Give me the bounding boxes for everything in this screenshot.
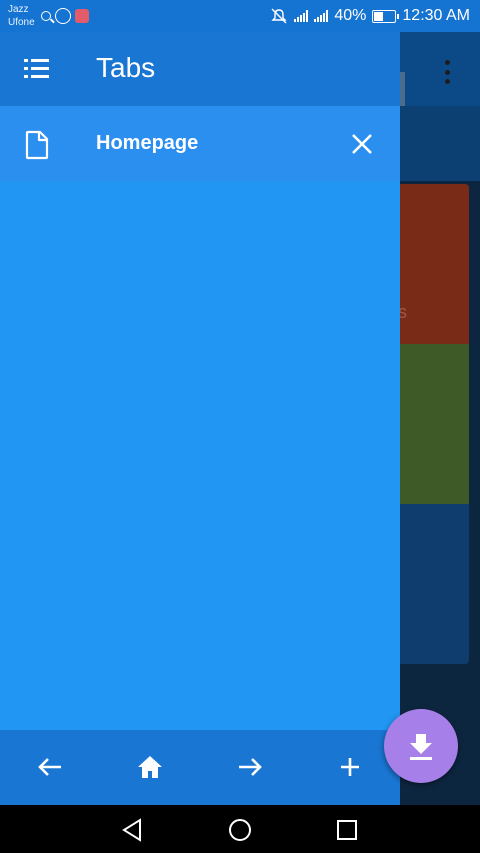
- drawer-header: Tabs: [0, 32, 400, 106]
- page-icon: [24, 130, 50, 160]
- whatsapp-icon: [54, 8, 71, 24]
- home-icon[interactable]: [135, 752, 165, 782]
- back-arrow-icon[interactable]: [35, 752, 65, 782]
- drawer-bottom-bar: [0, 730, 400, 805]
- drawer-title: Tabs: [96, 52, 156, 83]
- carrier-2: Ufone: [8, 17, 35, 28]
- tab-item[interactable]: Homepage: [0, 106, 400, 181]
- list-icon[interactable]: [22, 56, 52, 82]
- battery-percent: 40%: [334, 7, 367, 24]
- tab-label: Homepage: [96, 132, 199, 154]
- home-circle-icon[interactable]: [227, 817, 253, 843]
- carrier-1: Jazz: [8, 4, 29, 15]
- mute-icon: [271, 8, 288, 24]
- forward-arrow-icon[interactable]: [235, 752, 265, 782]
- tabs-drawer: Tabs Homepage: [0, 32, 400, 805]
- download-icon: [410, 734, 432, 760]
- search-icon: [40, 11, 51, 21]
- carrier-info: Jazz Ufone: [8, 3, 35, 29]
- app-notification-icon: [74, 9, 89, 23]
- recents-square-icon[interactable]: [334, 817, 360, 843]
- system-icons: 40% 12:30 AM: [270, 7, 470, 25]
- signal-icon: [314, 10, 329, 22]
- download-fab[interactable]: [384, 709, 458, 783]
- status-bar: Jazz Ufone 40% 12:30 AM: [0, 0, 480, 32]
- notification-icons: [40, 8, 89, 24]
- back-triangle-icon[interactable]: [120, 817, 146, 843]
- clock: 12:30 AM: [402, 7, 470, 24]
- overflow-menu-icon[interactable]: [444, 60, 450, 84]
- signal-icon: [294, 10, 309, 22]
- plus-icon[interactable]: [335, 752, 365, 782]
- close-icon[interactable]: [348, 130, 376, 158]
- battery-icon: [372, 9, 400, 23]
- system-nav-bar: [0, 805, 480, 853]
